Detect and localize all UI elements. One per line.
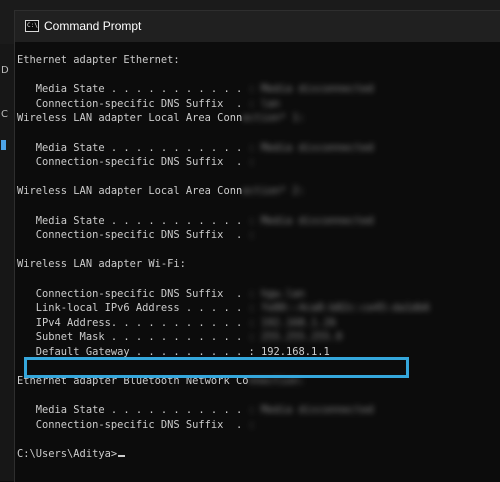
console-line: Wireless LAN adapter Wi-Fi: [17,257,500,272]
redacted-value: : fe80::4ca8:b82c:ce45:da1db6 [248,302,430,315]
console-line: Connection-specific DNS Suffix . : [17,155,500,170]
console-line: Connection-specific DNS Suffix . : [17,228,500,243]
console-line-text: Subnet Mask . . . . . . . . . . . [17,331,249,344]
console-line: Connection-specific DNS Suffix . : hgw.l… [17,287,500,302]
console-line: Connection-specific DNS Suffix . : [17,418,500,433]
console-line: Media State . . . . . . . . . . . : Medi… [17,214,500,229]
console-line-text: Connection-specific DNS Suffix . [17,229,249,242]
console-line-text: Wireless LAN adapter Wi-Fi: [17,258,186,271]
redacted-value: : [248,418,255,431]
console-line-text: Media State . . . . . . . . . . . [17,214,249,227]
redacted-value: ection* 1: [242,112,305,125]
background-sidebar: D C [0,44,14,481]
console-line-text: C:\Users\Aditya> [17,448,118,461]
redacted-value: : lan [248,97,280,110]
console-line-text: Wireless LAN adapter Local Area Conn [17,185,243,198]
console-line: Media State . . . . . . . . . . . : Medi… [17,403,500,418]
title-bar[interactable]: C:\ Command Prompt [15,11,500,42]
console-line: Link-local IPv6 Address . . . . . : fe80… [17,301,500,316]
redacted-value: ection* 2: [242,185,305,198]
default-gateway-highlight [24,357,409,378]
redacted-value: : [248,156,255,169]
redacted-value: : Media disconnected [248,404,374,417]
redacted-value: : Media disconnected [248,141,374,154]
background-glyph: D [1,65,9,76]
console-output[interactable]: Ethernet adapter Ethernet: Media State .… [17,53,500,482]
console-line-text: Connection-specific DNS Suffix . [17,287,249,300]
console-line-text: Ethernet adapter Ethernet: [17,54,180,66]
command-prompt-window[interactable]: C:\ Command Prompt Ethernet adapter Ethe… [14,10,500,482]
redacted-value: : [248,229,255,242]
console-line: Wireless LAN adapter Local Area Connecti… [17,111,500,126]
console-line-text: Media State . . . . . . . . . . . [17,141,249,154]
background-accent [1,140,6,150]
window-title: Command Prompt [44,19,142,33]
cmd-icon: C:\ [25,20,39,32]
console-line: Ethernet adapter Ethernet: [17,53,500,68]
console-line-text: Connection-specific DNS Suffix . [17,97,249,110]
console-line-text: Connection-specific DNS Suffix . [17,156,249,169]
console-line-text: Connection-specific DNS Suffix . [17,418,249,431]
console-line: Wireless LAN adapter Local Area Connecti… [17,184,500,199]
console-line: IPv4 Address. . . . . . . . . . . : 192.… [17,316,500,331]
background-glyph: C [1,109,8,120]
console-line: Connection-specific DNS Suffix . : lan [17,97,500,112]
console-line-text: Link-local IPv6 Address . . . . . [17,302,249,315]
console-line-text: Media State . . . . . . . . . . . [17,83,249,96]
console-line-text: Media State . . . . . . . . . . . [17,404,249,417]
console-line: Media State . . . . . . . . . . . : Medi… [17,82,500,97]
command-prompt-line: C:\Users\Aditya> [17,447,500,462]
redacted-value: : Media disconnected [248,83,374,96]
redacted-value: : 192.168.1.26 [248,316,337,329]
console-line: Subnet Mask . . . . . . . . . . . : 255.… [17,330,500,345]
console-line: Media State . . . . . . . . . . . : Medi… [17,141,500,156]
console-line-text: Wireless LAN adapter Local Area Conn [17,112,243,125]
text-cursor [118,455,126,458]
redacted-value: : 255.255.255.0 [248,331,343,344]
redacted-value: : Media disconnected [248,214,374,227]
console-line-text: IPv4 Address. . . . . . . . . . . [17,316,249,329]
redacted-value: : hgw.lan [248,287,305,300]
